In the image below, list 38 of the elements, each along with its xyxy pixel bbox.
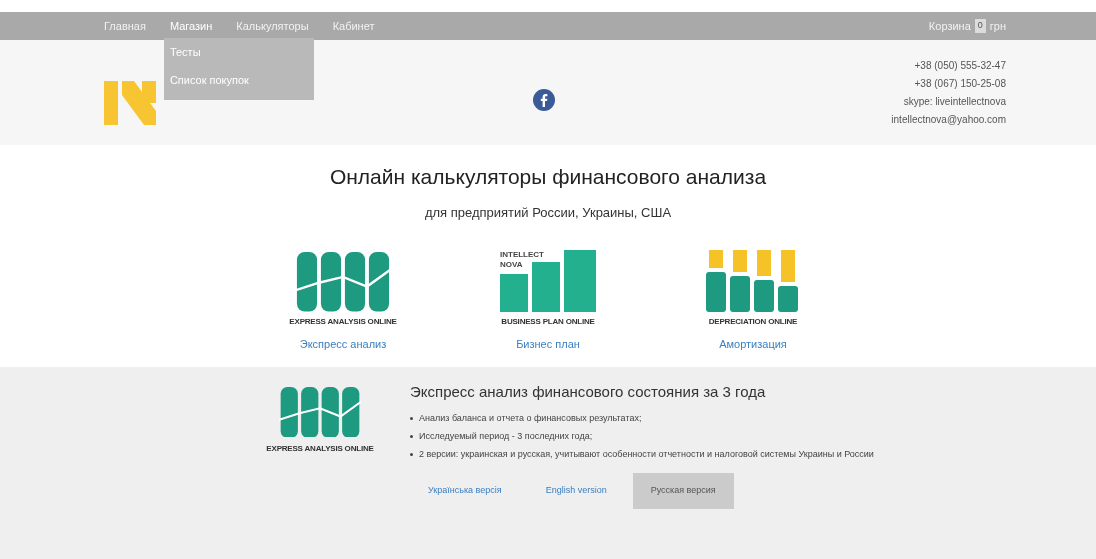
product-link[interactable]: Бизнес план xyxy=(516,336,580,353)
contact-line: +38 (067) 150-25-08 xyxy=(914,76,1006,91)
contact-line: intellectnova@yahoo.com xyxy=(891,112,1006,127)
chart-logo-icon xyxy=(279,386,361,438)
cart-count: 0 xyxy=(974,19,986,33)
version-tab[interactable]: English version xyxy=(527,473,625,509)
bullet-icon xyxy=(410,435,413,438)
product-link[interactable]: Амортизация xyxy=(719,336,787,353)
page-subtitle: для предприятий России, Украины, США xyxy=(424,203,672,222)
logo-caption: BUSINESS PLAN ONLINE xyxy=(501,316,595,328)
bullet-text: 2 версии: украинская и русская, учитывают особенности отчетности и налоговой системы Украины и России xyxy=(419,448,874,461)
chart-logo-icon xyxy=(295,252,391,312)
dropdown-item[interactable]: Список покупок xyxy=(169,72,308,89)
nav-link[interactable]: Калькуляторы xyxy=(236,19,309,32)
contact-line: +38 (050) 555-32-47 xyxy=(914,58,1006,73)
cart-currency: грн xyxy=(989,18,1006,34)
version-tab[interactable]: Русская версия xyxy=(632,473,734,509)
logo-caption: DEPRECIATION ONLINE xyxy=(708,316,798,328)
bullet-text: Исследуемый период - 3 последних года; xyxy=(419,430,593,443)
logo-brand: INTELLECT NOVA xyxy=(500,250,545,270)
nav-link[interactable]: Кабинет xyxy=(332,19,375,32)
facebook-icon[interactable] xyxy=(532,88,555,111)
bullet-icon xyxy=(410,417,413,420)
product-link[interactable]: Экспресс анализ xyxy=(299,336,387,353)
nav-link[interactable]: Магазин xyxy=(169,19,213,32)
logo-caption: EXPRESS ANALYSIS ONLINE xyxy=(289,316,397,328)
nav-link[interactable]: Главная xyxy=(104,19,146,32)
version-tab[interactable]: Українська версія xyxy=(410,473,520,509)
page-title: Онлайн калькуляторы финансового анализа xyxy=(329,164,767,190)
logo-icon xyxy=(104,80,156,125)
logo-caption: EXPRESS ANALYSIS ONLINE xyxy=(266,443,374,456)
contact-line: skype: liveintellectnova xyxy=(903,94,1006,109)
detail-title: Экспресс анализ финансового состояния за 3 года xyxy=(410,381,767,402)
bullet-icon xyxy=(410,453,413,456)
bullet-text: Анализ баланса и отчета о финансовых результатах; xyxy=(419,412,642,425)
cart-label[interactable]: Корзина xyxy=(928,17,971,35)
bar-chart-logo-icon xyxy=(500,250,596,312)
dropdown-item[interactable]: Тесты xyxy=(169,43,308,61)
